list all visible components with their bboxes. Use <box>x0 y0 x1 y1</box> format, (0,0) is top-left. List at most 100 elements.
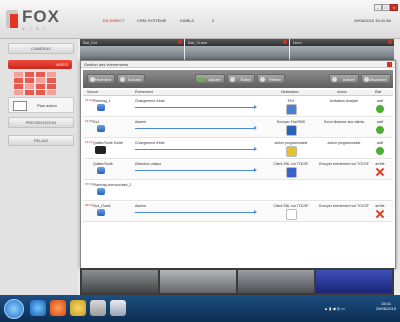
table-row[interactable]: 20:10 Sud_Ouest Alarme Client SNL sur TOCSF… <box>83 202 393 222</box>
close-icon[interactable]: × <box>390 4 398 11</box>
column-source[interactable]: Source <box>87 90 98 95</box>
taskbar-clock[interactable]: 15:41 29/06/2015 <box>374 301 398 311</box>
device-icon <box>97 188 105 195</box>
layout-cell[interactable] <box>25 84 34 89</box>
deactivate-button[interactable]: Désactiver <box>361 74 391 84</box>
tab-crm-systeme[interactable]: CRM SYSTEME <box>137 18 166 23</box>
sidebar-item-video[interactable]: VIDEO <box>8 60 72 69</box>
close-icon[interactable] <box>387 62 392 67</box>
camera-view[interactable] <box>160 270 236 293</box>
close-icon[interactable] <box>178 40 182 44</box>
row-action: Envoyer évènement sur TOCSF <box>319 162 369 166</box>
device-icon <box>97 209 105 216</box>
row-event: Alarme <box>135 204 147 208</box>
layout-cell[interactable] <box>25 72 34 77</box>
remove-button[interactable]: Retirer <box>257 74 285 84</box>
close-icon[interactable] <box>283 40 287 44</box>
close-icon[interactable] <box>388 40 392 44</box>
layout-cell[interactable] <box>47 84 56 89</box>
row-source: Planning_1 <box>93 99 111 103</box>
datetime-readout: 29/06/2015 15:41:58 <box>354 18 391 23</box>
next-button[interactable]: Suivant <box>117 74 145 84</box>
check-icon[interactable] <box>376 105 384 113</box>
layout-cell[interactable] <box>14 90 23 95</box>
column-event[interactable]: Évènement <box>135 90 153 95</box>
tab-dwbl3[interactable]: DWBL3 <box>180 18 194 23</box>
camera-view[interactable] <box>316 270 392 293</box>
layout-cell[interactable] <box>36 84 45 89</box>
layout-cell[interactable] <box>36 90 45 95</box>
arrow-icon <box>135 147 257 151</box>
table-row[interactable]: 12:12 Quitter/Sortir Sortie Changement d'é… <box>83 139 393 159</box>
folder-icon[interactable] <box>70 300 86 316</box>
arrow-icon <box>135 210 257 214</box>
sidebar: CAMERAS VIDEO Plan action PRESENTATION R… <box>0 39 78 295</box>
row-state: arrêté <box>375 162 385 166</box>
camera-label: Bat_Ouest <box>188 40 207 45</box>
layout-cell[interactable] <box>14 72 23 77</box>
table-row[interactable]: Quitter/Sortir Détection unique Client SNL… <box>83 160 393 180</box>
layout-cell[interactable] <box>25 78 34 83</box>
row-time: 20:10 <box>85 203 93 207</box>
layout-cell[interactable] <box>47 90 56 95</box>
browser-icon[interactable] <box>50 300 66 316</box>
dialog-toolbar: Précédent Suivant Ajouter Éditer Retirer… <box>83 70 393 88</box>
ie-icon[interactable] <box>30 300 46 316</box>
maximize-icon[interactable]: □ <box>382 4 390 11</box>
row-source: Quitter/Sortir <box>93 162 113 166</box>
layout-cell[interactable] <box>47 78 56 83</box>
logo-mark-red <box>10 14 18 28</box>
cross-icon[interactable] <box>376 168 384 176</box>
row-event: Détection unique <box>135 162 162 166</box>
sidebar-item-relais[interactable]: RELAIS <box>8 135 74 146</box>
column-action[interactable]: Action <box>337 90 347 95</box>
minimize-icon[interactable]: – <box>374 4 382 11</box>
app-icon[interactable] <box>110 300 126 316</box>
column-state[interactable]: État <box>375 90 381 95</box>
check-icon[interactable] <box>376 126 384 134</box>
sidebar-item-presentation[interactable]: PRESENTATION <box>8 117 74 128</box>
check-icon[interactable] <box>376 147 384 155</box>
layout-cell[interactable] <box>36 72 45 77</box>
system-tray[interactable]: ▲ ▮ ◀ ◎ ▭ <box>324 306 345 311</box>
camera-view[interactable] <box>290 46 394 60</box>
add-button[interactable]: Ajouter <box>195 74 225 84</box>
row-action: action programmable <box>327 141 361 145</box>
dialog-title: Gestion des évènements <box>81 61 395 68</box>
layout-grid[interactable] <box>14 72 58 96</box>
camera-view[interactable] <box>82 270 158 293</box>
layout-cell[interactable] <box>36 78 45 83</box>
destination-icon <box>286 125 297 136</box>
camera-view[interactable] <box>80 46 184 60</box>
plus-icon <box>198 77 203 82</box>
layout-cell[interactable] <box>14 84 23 89</box>
row-action: Envoi distance aux clients <box>323 120 365 124</box>
camera-view[interactable] <box>185 46 289 60</box>
table-row[interactable]: 14:08 Es1 Alarme Envoyer Fax/SMS Envoi dista… <box>83 118 393 138</box>
camera-header[interactable]: Bat_Est <box>80 39 184 46</box>
camera-view[interactable] <box>238 270 314 293</box>
layout-cell[interactable] <box>25 90 34 95</box>
table-row[interactable]: 21:00 Planning_1 Changement d'état EH1 Activ… <box>83 97 393 117</box>
activate-button[interactable]: Activer <box>329 74 359 84</box>
start-button[interactable] <box>4 299 24 319</box>
tab-en-direct[interactable]: EN DIRECT <box>103 18 125 23</box>
previous-button[interactable]: Précédent <box>87 74 115 84</box>
cross-icon[interactable] <box>376 210 384 218</box>
device-icon <box>97 104 105 111</box>
destination-icon <box>286 209 297 220</box>
plan-action-item[interactable]: Plan action <box>8 97 74 113</box>
row-destination: action programmable <box>274 141 308 145</box>
row-state: arrêté <box>375 204 385 208</box>
table-row[interactable]: 07:00 Planning chevauchant_2 <box>83 181 393 201</box>
app-icon[interactable] <box>90 300 106 316</box>
table-header: Source Évènement Destination Action État <box>83 90 393 96</box>
tab-2[interactable]: 2 <box>212 18 214 23</box>
sidebar-item-cameras[interactable]: CAMERAS <box>8 43 74 54</box>
edit-button[interactable]: Éditer <box>227 74 255 84</box>
column-destination[interactable]: Destination <box>281 90 299 95</box>
layout-cell[interactable] <box>47 72 56 77</box>
camera-header[interactable]: Bat_Ouest <box>185 39 289 46</box>
camera-header[interactable]: Nord <box>290 39 394 46</box>
layout-cell[interactable] <box>14 78 23 83</box>
